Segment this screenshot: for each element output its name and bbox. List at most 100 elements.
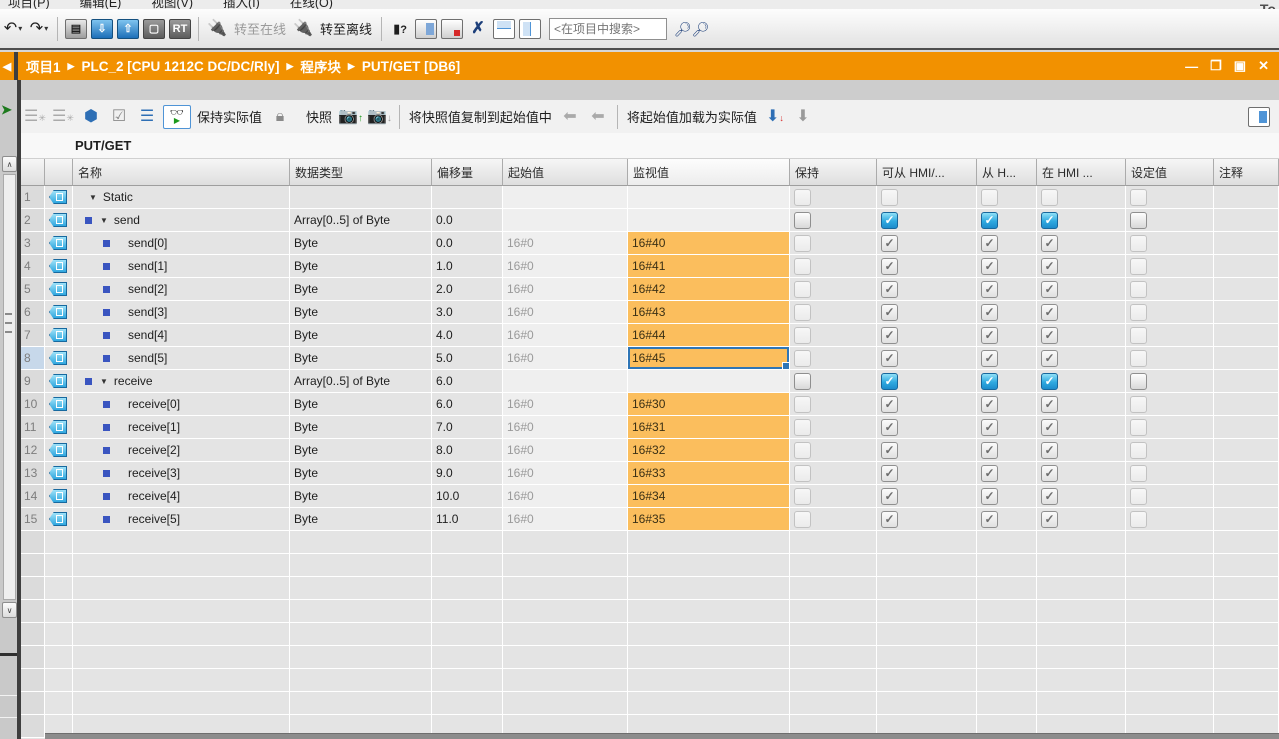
comment-cell[interactable] xyxy=(1214,416,1279,439)
name-cell[interactable]: ▼ send[1] xyxy=(73,255,290,278)
datatype-cell[interactable] xyxy=(290,186,432,209)
datatype-cell[interactable]: Byte xyxy=(290,301,432,324)
show-editor-red-icon[interactable] xyxy=(440,16,464,42)
start-value-cell[interactable] xyxy=(503,370,628,393)
header-retain[interactable]: 保持 xyxy=(790,159,877,186)
undo-icon[interactable]: ↶▾ xyxy=(1,16,25,42)
name-cell[interactable]: ▼ receive[1] xyxy=(73,416,290,439)
header-setpoint[interactable]: 设定值 xyxy=(1126,159,1214,186)
float-icon[interactable]: ❐ xyxy=(1210,58,1222,74)
name-cell[interactable]: ▼ send xyxy=(73,209,290,232)
comment-cell[interactable] xyxy=(1214,209,1279,232)
accessible-hmi-checkbox[interactable]: ✓ xyxy=(881,373,898,390)
name-cell[interactable]: ▼ send[2] xyxy=(73,278,290,301)
redo-icon[interactable]: ↷▾ xyxy=(27,16,51,42)
splitter-track[interactable] xyxy=(3,174,16,600)
retain-checkbox[interactable] xyxy=(794,212,811,229)
datatype-cell[interactable]: Byte xyxy=(290,485,432,508)
comment-cell[interactable] xyxy=(1214,393,1279,416)
monitor-value-cell[interactable] xyxy=(628,370,790,393)
datatype-cell[interactable]: Byte xyxy=(290,416,432,439)
datatype-cell[interactable]: Byte xyxy=(290,324,432,347)
start-value-cell[interactable]: 16#0 xyxy=(503,393,628,416)
reset-start-values-icon[interactable]: ⬢ xyxy=(79,105,103,129)
header-start[interactable]: 起始值 xyxy=(503,159,628,186)
name-cell[interactable]: ▼ receive[4] xyxy=(73,485,290,508)
monitor-all-button[interactable]: 👓︎▶ xyxy=(163,105,191,129)
start-value-cell[interactable] xyxy=(503,209,628,232)
comment-cell[interactable] xyxy=(1214,255,1279,278)
expander-icon[interactable]: ▼ xyxy=(100,216,108,225)
header-visible-hmi[interactable]: 在 HMI ... xyxy=(1037,159,1126,186)
header-datatype[interactable]: 数据类型 xyxy=(290,159,432,186)
name-cell[interactable]: ▼ send[3] xyxy=(73,301,290,324)
compile-icon[interactable]: ▤ xyxy=(64,16,88,42)
split-vertical-icon[interactable] xyxy=(518,16,542,42)
download-to-device-icon[interactable]: ⇩ xyxy=(90,16,114,42)
maximize-editor-icon[interactable] xyxy=(1247,105,1271,129)
datatype-cell[interactable]: Byte xyxy=(290,347,432,370)
splitter-grip[interactable] xyxy=(5,313,12,333)
header-offset[interactable]: 偏移量 xyxy=(432,159,503,186)
menu-item[interactable]: 视图(V) xyxy=(151,0,193,9)
visible-hmi-checkbox[interactable]: ✓ xyxy=(1041,373,1058,390)
split-horizontal-icon[interactable] xyxy=(492,16,516,42)
start-runtime-icon[interactable]: RT xyxy=(168,16,192,42)
comment-cell[interactable] xyxy=(1214,324,1279,347)
name-cell[interactable]: ▼ receive xyxy=(73,370,290,393)
snapshot-load-icon[interactable]: 📷↓ xyxy=(367,105,392,129)
setpoint-checkbox[interactable] xyxy=(1130,373,1147,390)
upload-from-device-icon[interactable]: ⇧ xyxy=(116,16,140,42)
expand-members-icon[interactable]: ☰ xyxy=(135,105,159,129)
minimize-icon[interactable]: — xyxy=(1185,59,1198,74)
name-cell[interactable]: ▼ receive[5] xyxy=(73,508,290,531)
name-cell[interactable]: ▼ receive[0] xyxy=(73,393,290,416)
comment-cell[interactable] xyxy=(1214,278,1279,301)
retain-checkbox[interactable] xyxy=(794,373,811,390)
name-cell[interactable]: ▼ receive[2] xyxy=(73,439,290,462)
start-value-cell[interactable]: 16#0 xyxy=(503,462,628,485)
name-cell[interactable]: ▼ Static xyxy=(73,186,290,209)
monitor-value-cell[interactable]: 16#35 xyxy=(628,508,790,531)
start-value-cell[interactable]: 16#0 xyxy=(503,324,628,347)
datatype-cell[interactable]: Array[0..5] of Byte xyxy=(290,209,432,232)
splitter-collapse-up-icon[interactable]: ∧ xyxy=(2,156,17,172)
snapshot-button[interactable]: 快照 xyxy=(306,107,332,126)
writable-hmi-checkbox[interactable]: ✓ xyxy=(981,212,998,229)
accessible-hmi-checkbox[interactable]: ✓ xyxy=(881,212,898,229)
monitor-value-cell[interactable] xyxy=(628,209,790,232)
expander-icon[interactable]: ▼ xyxy=(100,377,108,386)
start-value-cell[interactable]: 16#0 xyxy=(503,255,628,278)
diagnostics-icon[interactable]: ▮? xyxy=(388,16,412,42)
snapshot-capture-icon[interactable]: 📷↑ xyxy=(338,105,363,129)
project-search-input[interactable] xyxy=(549,18,667,40)
breadcrumb-program-blocks[interactable]: 程序块 xyxy=(300,56,341,76)
comment-cell[interactable] xyxy=(1214,232,1279,255)
header-writable-hmi[interactable]: 从 H... xyxy=(977,159,1037,186)
comment-cell[interactable] xyxy=(1214,462,1279,485)
datatype-cell[interactable]: Byte xyxy=(290,439,432,462)
accept-values-icon[interactable]: ☑ xyxy=(107,105,131,129)
monitor-value-cell[interactable]: 16#42 xyxy=(628,278,790,301)
datatype-cell[interactable]: Byte xyxy=(290,255,432,278)
header-comment[interactable]: 注释 xyxy=(1214,159,1279,186)
setpoint-checkbox[interactable] xyxy=(1130,212,1147,229)
horizontal-scrollbar[interactable] xyxy=(45,733,1279,739)
start-value-cell[interactable]: 16#0 xyxy=(503,508,628,531)
start-value-cell[interactable]: 16#0 xyxy=(503,439,628,462)
collapse-left-icon[interactable]: ◀ xyxy=(0,60,14,73)
breadcrumb-project[interactable]: 项目1 xyxy=(26,56,61,76)
datatype-cell[interactable]: Byte xyxy=(290,393,432,416)
datatype-cell[interactable]: Array[0..5] of Byte xyxy=(290,370,432,393)
start-value-cell[interactable]: 16#0 xyxy=(503,232,628,255)
comment-cell[interactable] xyxy=(1214,347,1279,370)
maximize-icon[interactable]: ▣ xyxy=(1234,58,1246,74)
copy-snapshots-to-starts-button[interactable]: 将快照值复制到起始值中 xyxy=(409,107,552,126)
load-starts-as-actuals-button[interactable]: 将起始值加载为实际值 xyxy=(627,107,757,126)
header-accessible-hmi[interactable]: 可从 HMI/... xyxy=(877,159,977,186)
header-name[interactable]: 名称 xyxy=(73,159,290,186)
monitor-value-cell[interactable]: 16#32 xyxy=(628,439,790,462)
insert-row-icon[interactable]: ☰✳ xyxy=(23,105,47,129)
menu-item[interactable]: 插入(I) xyxy=(223,0,260,9)
monitor-value-cell[interactable]: 16#30 xyxy=(628,393,790,416)
